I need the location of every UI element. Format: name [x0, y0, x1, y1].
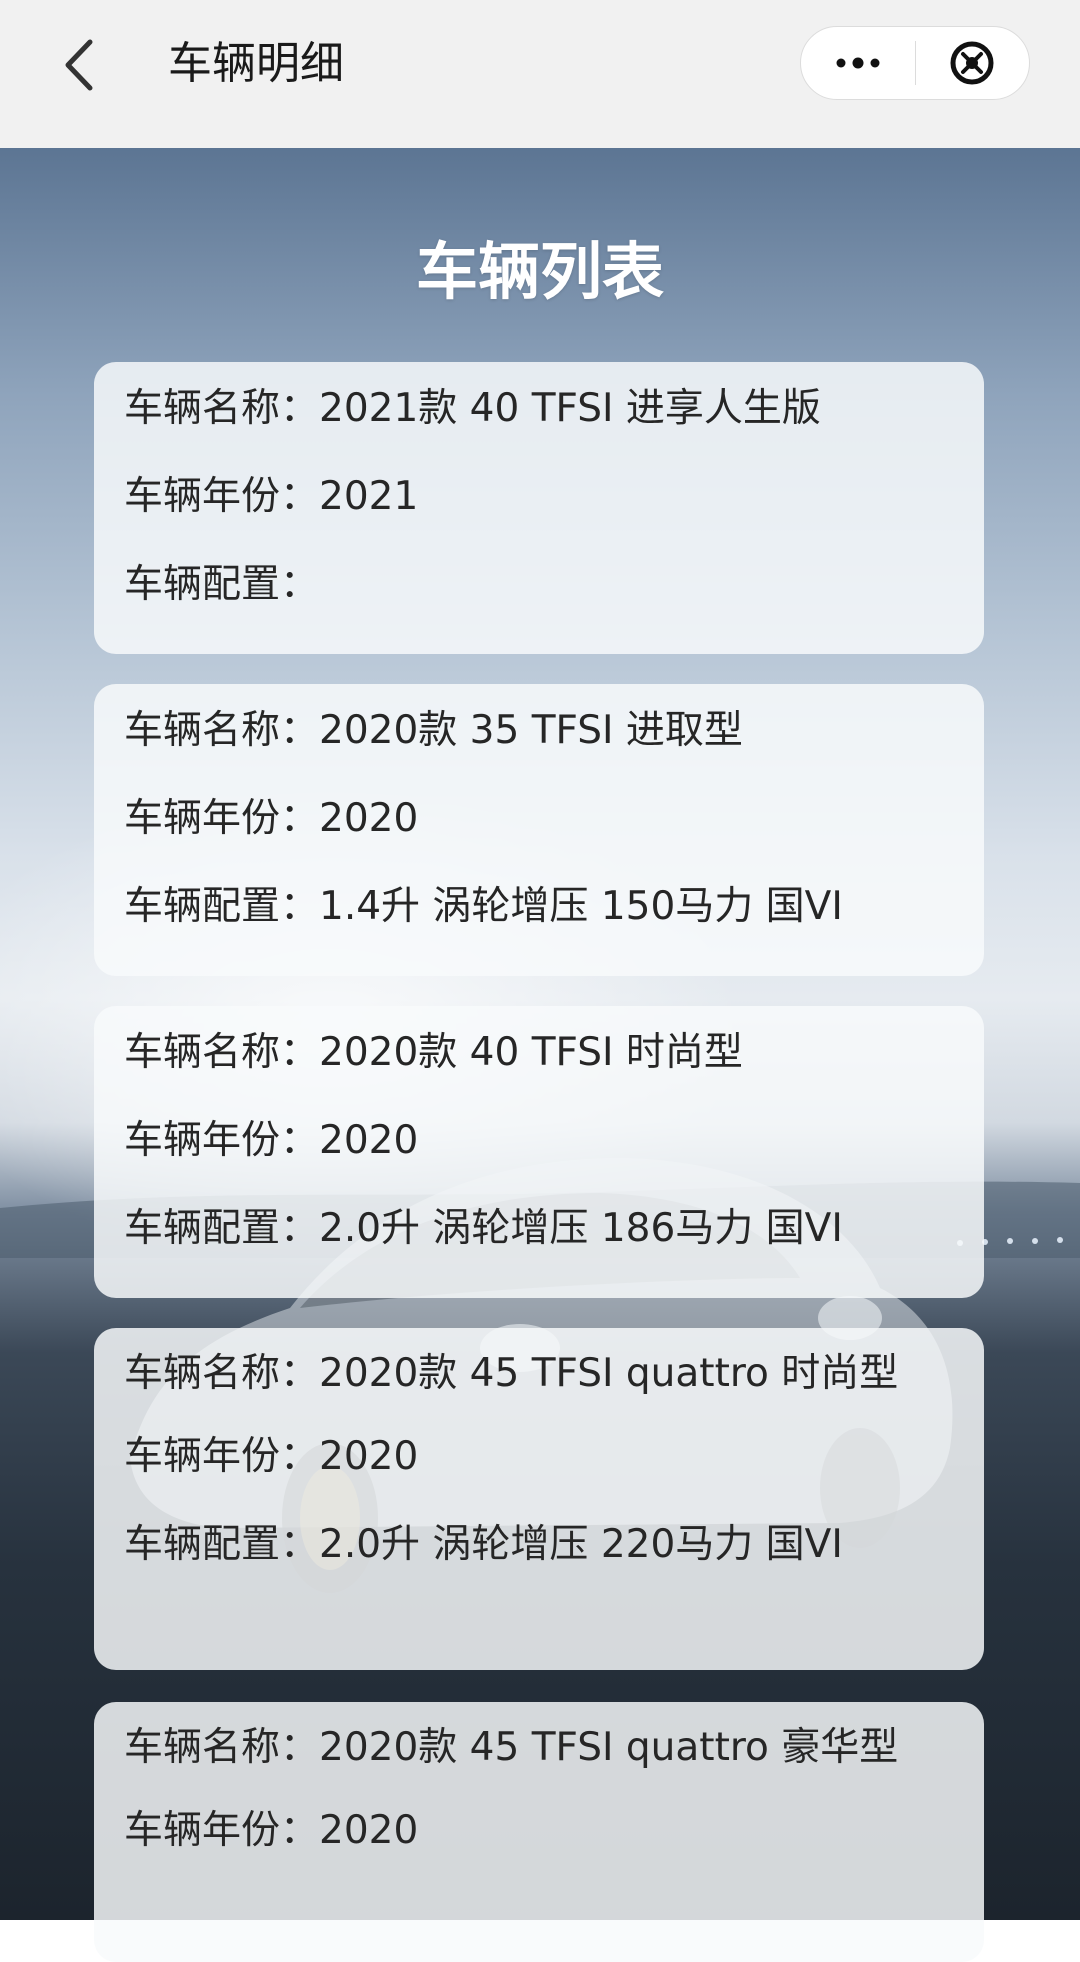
vehicle-config-row: 车辆配置： 1.4升 涡轮增压 150马力 国VI: [124, 884, 954, 930]
vehicle-name-value: 2020款 45 TFSI quattro 豪华型: [319, 1725, 899, 1770]
vehicle-config-row: 车辆配置： 2.0升 涡轮增压 220马力 国VI: [124, 1522, 954, 1568]
vehicle-year-row: 车辆年份： 2020: [124, 1434, 954, 1480]
vehicle-name-label: 车辆名称：: [124, 1725, 320, 1770]
vehicle-name-label: 车辆名称：: [124, 708, 320, 753]
vehicle-year-value: 2020: [319, 1434, 419, 1479]
vehicle-config-label: 车辆配置：: [124, 1206, 320, 1251]
vehicle-config-value: 1.4升 涡轮增压 150马力 国VI: [319, 884, 843, 929]
page-title: 车辆明细: [168, 38, 344, 89]
vehicle-year-row: 车辆年份： 2020: [124, 1118, 954, 1164]
vehicle-name-label: 车辆名称：: [124, 1030, 320, 1075]
close-button[interactable]: [916, 27, 1029, 99]
vehicle-name-value: 2021款 40 TFSI 进享人生版: [319, 386, 821, 431]
vehicle-name-row: 车辆名称： 2020款 35 TFSI 进取型: [124, 708, 954, 754]
vehicle-year-value: 2020: [319, 1808, 419, 1853]
vehicle-card[interactable]: 车辆名称：2020款 45 TFSI quattro 时尚型 车辆年份： 2020…: [94, 1328, 984, 1670]
vehicle-year-value: 2021: [319, 474, 419, 519]
vehicle-year-value: 2020: [319, 796, 419, 841]
more-dots-icon: [836, 57, 880, 69]
vehicle-year-row: 车辆年份： 2021: [124, 474, 954, 520]
vehicle-config-label: 车辆配置：: [124, 1522, 320, 1567]
vehicle-year-label: 车辆年份：: [124, 796, 320, 841]
vehicle-card[interactable]: 车辆名称：2020款 45 TFSI quattro 豪华型 车辆年份： 2020: [94, 1702, 984, 1962]
vehicle-year-value: 2020: [319, 1118, 419, 1163]
vehicle-name-row: 车辆名称：2020款 45 TFSI quattro 时尚型: [124, 1352, 954, 1396]
vehicle-name-label: 车辆名称：: [124, 386, 320, 431]
vehicle-config-label: 车辆配置：: [124, 884, 320, 929]
vehicle-card[interactable]: 车辆名称： 2021款 40 TFSI 进享人生版 车辆年份： 2021 车辆配置：: [94, 362, 984, 654]
vehicle-name-row: 车辆名称： 2020款 40 TFSI 时尚型: [124, 1030, 954, 1076]
vehicle-year-label: 车辆年份：: [124, 474, 320, 519]
vehicle-config-row: 车辆配置：: [124, 562, 954, 608]
close-circle-icon: [950, 41, 994, 85]
vehicle-config-value: 2.0升 涡轮增压 186马力 国VI: [319, 1206, 843, 1251]
back-button[interactable]: [52, 30, 112, 100]
vehicle-config-row: 车辆配置： 2.0升 涡轮增压 186马力 国VI: [124, 1206, 954, 1252]
vehicle-year-row: 车辆年份： 2020: [124, 1808, 954, 1854]
vehicle-card[interactable]: 车辆名称： 2020款 40 TFSI 时尚型 车辆年份： 2020 车辆配置： 2.…: [94, 1006, 984, 1298]
vehicle-year-label: 车辆年份：: [124, 1118, 320, 1163]
more-button[interactable]: [801, 27, 915, 99]
vehicle-name-value: 2020款 35 TFSI 进取型: [319, 708, 743, 753]
vehicle-name-value: 2020款 45 TFSI quattro 时尚型: [319, 1351, 899, 1396]
vehicle-name-label: 车辆名称：: [124, 1351, 320, 1396]
vehicle-name-row: 车辆名称：2020款 45 TFSI quattro 豪华型: [124, 1726, 954, 1770]
vehicle-card[interactable]: 车辆名称： 2020款 35 TFSI 进取型 车辆年份： 2020 车辆配置： 1.…: [94, 684, 984, 976]
vehicle-list-title: 车辆列表: [415, 235, 664, 308]
navigation-bar: 车辆明细: [0, 0, 1080, 148]
chevron-left-icon: [65, 39, 93, 91]
vehicle-year-label: 车辆年份：: [124, 1434, 320, 1479]
vehicle-year-row: 车辆年份： 2020: [124, 796, 954, 842]
vehicle-name-value: 2020款 40 TFSI 时尚型: [319, 1030, 743, 1075]
vehicle-config-value: 2.0升 涡轮增压 220马力 国VI: [319, 1522, 843, 1567]
vehicle-config-label: 车辆配置：: [124, 562, 320, 607]
vehicle-name-row: 车辆名称： 2021款 40 TFSI 进享人生版: [124, 386, 954, 432]
vehicle-year-label: 车辆年份：: [124, 1808, 320, 1853]
mini-program-capsule: [800, 26, 1030, 100]
